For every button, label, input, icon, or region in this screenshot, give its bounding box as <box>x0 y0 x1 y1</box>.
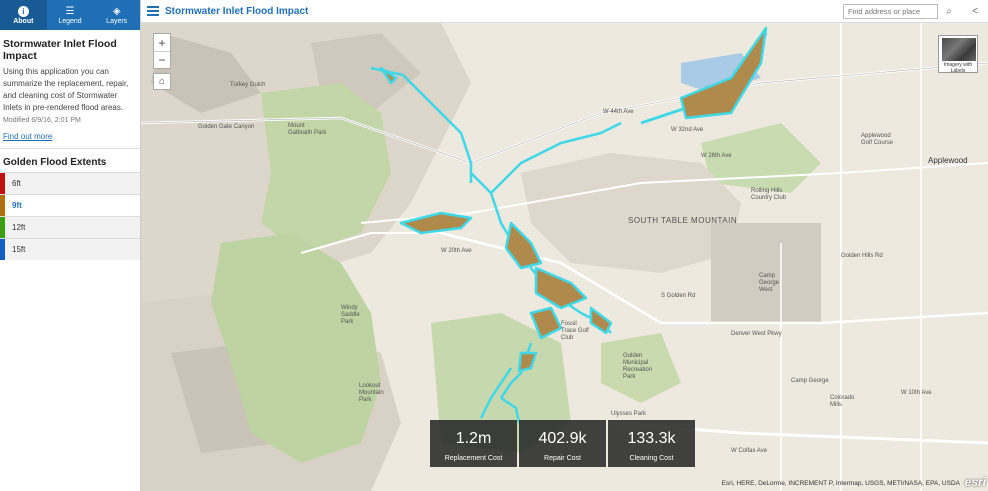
home-button[interactable]: ⌂ <box>153 73 171 90</box>
map-label: Applewood <box>928 156 968 165</box>
find-out-more-link[interactable]: Find out more <box>3 132 137 141</box>
map-label: Denver West Pkwy <box>731 331 782 337</box>
app: i About ☰ Legend ◈ Layers Stormwater Inl… <box>0 0 988 491</box>
map-label: Turkey Gulch <box>230 82 266 88</box>
layers-icon: ◈ <box>112 5 121 17</box>
extent-label: 9ft <box>12 201 22 210</box>
tab-legend[interactable]: ☰ Legend <box>47 0 94 30</box>
stat-label: Cleaning Cost <box>629 455 674 462</box>
map-label: Fossil Trace Golf Club <box>561 321 589 341</box>
about-title: Stormwater Inlet Flood Impact <box>3 38 117 62</box>
about-description: Using this application you can summarize… <box>3 67 129 112</box>
extent-item-12ft[interactable]: 12ft <box>0 216 140 238</box>
app-title: Stormwater Inlet Flood Impact <box>165 5 309 17</box>
map-label: Mount Galbraith Park <box>288 123 327 136</box>
sidebar: i About ☰ Legend ◈ Layers Stormwater Inl… <box>0 0 141 491</box>
flood-extents-list: 6ft 9ft 12ft 15ft <box>0 172 140 260</box>
map-label: Colorado Mills <box>830 395 855 408</box>
stat-label: Replacement Cost <box>444 455 503 462</box>
map-attribution[interactable]: Esri, HERE, DeLorme, INCREMENT P, Interm… <box>722 480 960 487</box>
map-label: Applewood Golf Course <box>861 133 894 146</box>
tab-about[interactable]: i About <box>0 0 47 30</box>
map-label: Golden Municipal Recreation Park <box>623 353 653 380</box>
map-label: W 26th Ave <box>701 153 732 159</box>
extent-swatch <box>0 195 5 216</box>
basemap-toggle[interactable]: Imagery with Labels <box>938 35 978 74</box>
basemap-thumbnail <box>942 38 976 61</box>
modified-date: Modified 6/9/16, 2:01 PM <box>3 117 81 124</box>
map-label: Ulysses Park <box>611 411 647 417</box>
header: Stormwater Inlet Flood Impact ⌕ < <box>141 0 988 23</box>
tab-layers-label: Layers <box>106 17 128 25</box>
map-label: W 44th Ave <box>603 109 634 115</box>
search-icon[interactable]: ⌕ <box>940 3 958 20</box>
list-icon: ☰ <box>65 5 75 17</box>
cleaning-cost-card: 133.3k Cleaning Cost <box>608 420 695 467</box>
extent-item-9ft[interactable]: 9ft <box>0 194 140 216</box>
map-label: S Golden Rd <box>661 293 696 299</box>
map-label: W 32nd Ave <box>671 127 704 133</box>
map-label: Camp George <box>791 378 829 384</box>
basemap-label: Imagery with Labels <box>943 62 973 74</box>
tab-layers[interactable]: ◈ Layers <box>93 0 140 30</box>
zoom-in-button[interactable]: + <box>154 34 170 51</box>
search-input[interactable] <box>843 4 938 19</box>
map-label: Windy Saddle Park <box>341 305 360 325</box>
extent-label: 12ft <box>12 223 26 232</box>
about-panel: Stormwater Inlet Flood Impact Using this… <box>0 30 140 149</box>
stat-label: Repair Cost <box>544 455 581 462</box>
sidebar-tabs: i About ☰ Legend ◈ Layers <box>0 0 140 30</box>
tab-legend-label: Legend <box>58 17 82 25</box>
info-icon: i <box>17 5 29 17</box>
divider <box>0 148 140 149</box>
repair-cost-card: 402.9k Repair Cost <box>519 420 606 467</box>
zoom-out-button[interactable]: − <box>154 51 170 68</box>
extent-item-6ft[interactable]: 6ft <box>0 172 140 194</box>
cost-summary: 1.2m Replacement Cost 402.9k Repair Cost… <box>430 420 695 467</box>
stat-value: 402.9k <box>538 430 587 447</box>
map-label: SOUTH TABLE MOUNTAIN <box>628 216 738 225</box>
map-label: W 10th Ave <box>901 390 932 396</box>
share-icon[interactable]: < <box>967 3 983 20</box>
extent-item-15ft[interactable]: 15ft <box>0 238 140 260</box>
map-label: Camp George West <box>759 273 780 293</box>
tab-about-label: About <box>13 17 34 25</box>
esri-logo: esri <box>964 475 986 489</box>
extent-label: 6ft <box>12 179 21 188</box>
map-label: W Colfax Ave <box>731 448 767 454</box>
menu-icon[interactable] <box>147 6 159 16</box>
flood-extents-title: Golden Flood Extents <box>3 157 107 168</box>
stat-value: 133.3k <box>627 430 676 447</box>
stat-value: 1.2m <box>455 430 492 447</box>
zoom-control: + − <box>153 33 171 69</box>
map-view[interactable]: Turkey Gulch Golden Gate Canyon Mount Ga… <box>141 23 988 491</box>
map-label: Rolling Hills Country Club <box>751 188 787 201</box>
replacement-cost-card: 1.2m Replacement Cost <box>430 420 517 467</box>
extent-label: 15ft <box>12 245 26 254</box>
map-label: Golden Gate Canyon <box>198 124 255 130</box>
map-label: Lookout Mountain Park <box>359 383 384 403</box>
extent-swatch <box>0 173 5 194</box>
map-label: Golden Hills Rd <box>841 253 883 259</box>
extent-swatch <box>0 217 5 238</box>
map-label: W 20th Ave <box>441 248 472 254</box>
extent-swatch <box>0 239 5 260</box>
